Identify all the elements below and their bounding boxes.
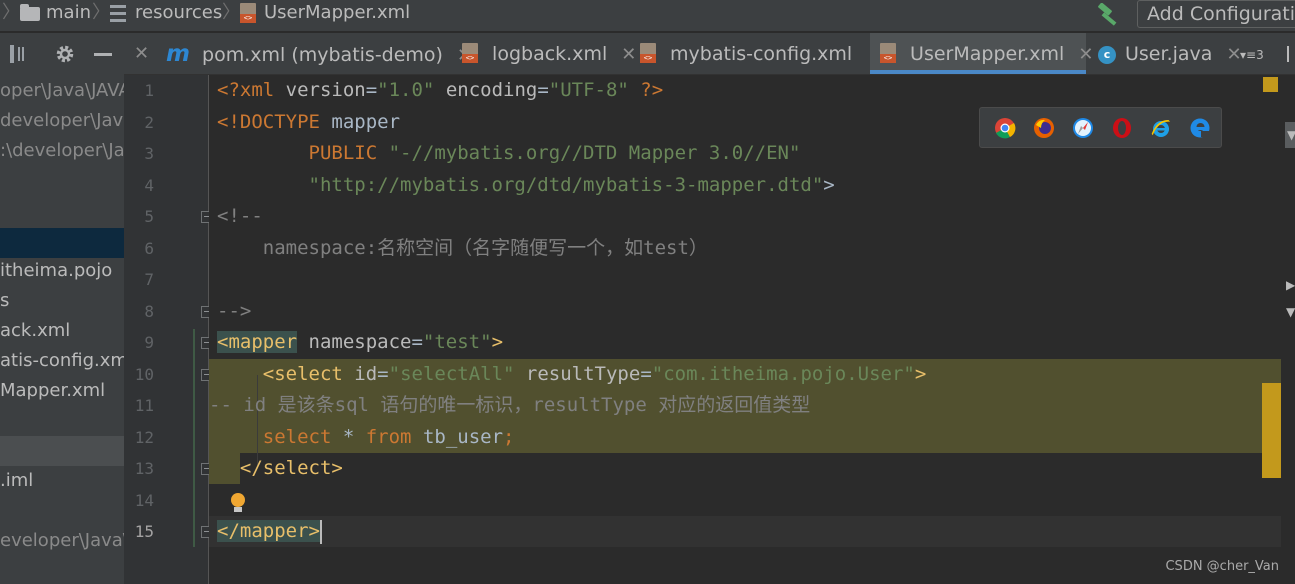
line-number: 8 [144,302,154,321]
project-sidebar: oper\Java\JAVAI developer\Java\ :\develo… [0,33,124,584]
line-number: 11 [134,396,154,415]
tree-item[interactable]: atis-config.xml [0,346,124,376]
code-line-8: --> [217,300,252,322]
right-tool-strip [1281,75,1295,584]
lightbulb-icon[interactable] [229,493,247,513]
line-number: 4 [144,176,154,195]
code-line-4: "http://mybatis.org/dtd/mybatis-3-mapper… [308,174,835,196]
line-number: 9 [144,333,154,352]
line-number: 10 [134,365,154,384]
tree-item[interactable]: eveloper\Java\JA [0,526,124,556]
tree-item[interactable]: oper\Java\JAVAI [0,76,124,106]
chevron-down-icon: ▾≡ [1240,48,1257,62]
tree-item[interactable]: Mapper.xml [0,376,124,406]
code-line-15: </mapper> [217,519,322,544]
line-number: 5 [144,207,154,226]
edge-icon[interactable] [1189,117,1211,139]
scope-indicator [193,329,195,547]
breadcrumb-separator: 〉 [92,2,110,23]
code-line-9: <mapper namespace="test"> [217,331,504,353]
safari-icon[interactable] [1072,117,1094,139]
xml-file-icon: <> [462,43,478,63]
line-number: 6 [144,239,154,258]
breadcrumb-separator: 〉 [222,2,240,23]
tab-label: User.java [1125,43,1213,65]
tree-item[interactable]: .iml [0,466,124,496]
tree-item[interactable]: :\developer\Java\ [0,136,124,166]
code-line-2: <!DOCTYPE mapper [217,111,401,133]
watermark: CSDN @cher_Van [1165,559,1279,574]
gear-icon[interactable] [55,44,75,64]
tree-item[interactable]: itheima.pojo [0,256,124,286]
selected-row-highlight [0,436,124,466]
browser-preview-popup [979,107,1222,148]
opera-icon[interactable] [1111,117,1133,139]
code-line-3: PUBLIC "-//mybatis.org//DTD Mapper 3.0//… [217,142,801,164]
ie-icon[interactable] [1150,117,1172,139]
line-number: 13 [134,459,154,478]
code-line-12: select * from tb_user; [262,426,515,448]
tab-mybatis-config-xml[interactable]: <> mybatis-config.xml [640,33,868,74]
folder-icon [20,4,40,21]
code-line-5: <!-- [217,205,263,227]
maven-icon: m [166,41,190,67]
add-configuration-button[interactable]: Add Configuration... [1137,0,1295,28]
chevron-right-icon[interactable]: ▶ [1286,278,1295,292]
line-number: 12 [134,428,154,447]
breadcrumb-resources[interactable]: resources [135,0,222,28]
line-number: 3 [144,144,154,163]
tab-label: pom.xml (mybatis-demo) [202,44,443,66]
tree-item[interactable]: s [0,286,124,316]
tab-label: UserMapper.xml [910,43,1065,65]
firefox-icon[interactable] [1033,117,1055,139]
resources-folder-icon [110,5,126,23]
tab-pom-xml[interactable]: m pom.xml (mybatis-demo) ✕ [166,33,472,74]
tab-label: logback.xml [492,43,608,65]
xml-file-icon: <> [240,3,256,23]
breadcrumb-file[interactable]: UserMapper.xml [264,0,410,28]
selected-row-highlight [0,228,124,258]
close-icon[interactable]: ✕ [134,33,149,75]
line-number: 2 [144,113,154,132]
tab-logback-xml[interactable]: <> logback.xml ✕ [462,33,636,74]
code-line-11: -- id 是该条sql 语句的唯一标识，resultType 对应的返回值类型 [209,394,811,416]
tree-item[interactable]: ack.xml [0,316,124,346]
line-number: 14 [134,491,154,510]
warning-stripe-marker[interactable] [1263,77,1278,92]
highlight-scroll-marker[interactable] [1262,383,1281,478]
line-number: 1 [144,81,154,100]
code-editor[interactable]: <?xml version="1.0" encoding="UTF-8" ?> … [209,75,1281,584]
chrome-icon[interactable] [994,117,1016,139]
code-line-6: namespace:名称空间（名字随便写一个，如test） [217,237,708,259]
tab-usermapper-xml[interactable]: <> UserMapper.xml ✕ [870,33,1093,74]
current-line-highlight [209,516,1281,547]
tab-overflow-count: 3 [1256,48,1264,62]
navigation-bar: 〉 main 〉 resources 〉 <> UserMapper.xml A… [0,0,1295,32]
chevron-down-icon[interactable]: ▼ [1286,305,1295,319]
chevron-down-icon: ▼ [1287,128,1295,142]
breadcrumb-separator: 〉 [2,2,20,23]
tab-user-java[interactable]: c User.java ✕ [1098,33,1242,74]
tab-label: mybatis-config.xml [670,43,853,65]
more-options-icon[interactable] [1287,46,1289,62]
collapse-all-icon[interactable] [8,43,28,65]
java-class-icon: c [1098,45,1116,64]
code-line-13: </select> [239,457,343,479]
breadcrumb-main[interactable]: main [46,0,91,28]
xml-file-icon: <> [640,43,656,63]
tree-item[interactable]: developer\Java\ [0,106,124,136]
tab-overflow-menu[interactable]: ▾≡3 [1240,33,1264,75]
close-tab-icon[interactable]: ✕ [1078,44,1093,65]
text-caret [319,519,322,544]
close-tab-icon[interactable]: ✕ [621,44,636,65]
xml-file-icon: <> [880,43,896,63]
line-number: 7 [144,270,154,289]
hide-panel-icon[interactable] [94,53,112,56]
build-hammer-icon[interactable] [1094,3,1122,27]
code-line-10: <select id="selectAll" resultType="com.i… [262,363,927,385]
editor-tab-bar: ✕ m pom.xml (mybatis-demo) ✕ <> logback.… [124,33,1295,75]
line-number: 15 [134,522,154,541]
code-line-1: <?xml version="1.0" encoding="UTF-8" ?> [217,79,664,101]
sidebar-toolbar [0,33,124,75]
